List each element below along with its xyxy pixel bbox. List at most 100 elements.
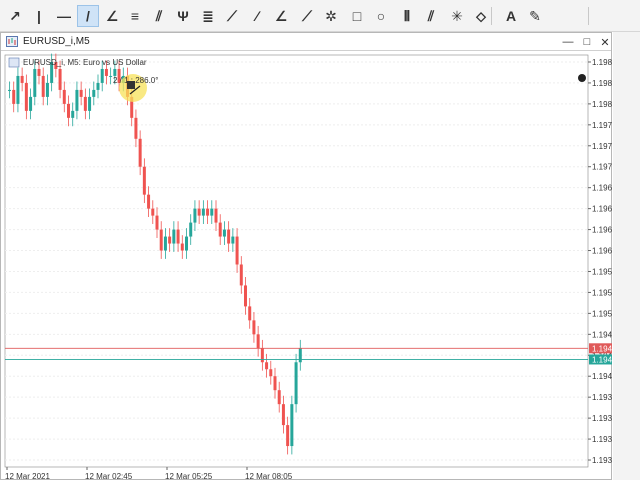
vertical-line-button[interactable]: |: [28, 5, 50, 27]
y-tick-label: 1.19750: [592, 142, 612, 151]
candle-body: [100, 68, 104, 83]
candle-body: [260, 348, 264, 363]
candle-body: [290, 404, 294, 447]
plot-area: [4, 54, 589, 468]
skull-icon: [578, 74, 586, 82]
maximize-button[interactable]: □: [578, 34, 596, 50]
candle-body: [298, 348, 302, 363]
x-tick-label: 12 Mar 05:25: [165, 472, 213, 480]
candle-body: [159, 229, 163, 251]
fibo-levels-button[interactable]: ≣: [197, 5, 219, 27]
y-tick-label: 1.19840: [592, 79, 612, 88]
candle-body: [206, 208, 210, 216]
candle-body: [33, 68, 37, 97]
window-title: EURUSD_i,M5: [23, 36, 90, 47]
triangle-shape-button[interactable]: ⬦: [470, 5, 492, 27]
candle-body: [256, 334, 260, 349]
candle-body: [138, 138, 142, 167]
candle-body: [222, 229, 226, 237]
cycle-lines-icon: ⦀: [403, 7, 411, 24]
candle-body: [20, 75, 24, 83]
y-tick-label: 1.19390: [592, 393, 612, 402]
candle-body: [83, 96, 87, 111]
pitchfork-button[interactable]: Ψ: [172, 5, 194, 27]
candle-body: [12, 89, 16, 104]
candle-body: [168, 236, 172, 244]
text-icon: A: [505, 8, 517, 24]
y-tick-label: 1.19300: [592, 456, 612, 465]
candle-body: [277, 390, 281, 405]
regression-icon: ⫽: [155, 7, 163, 24]
x-tick-label: 12 Mar 08:05: [245, 472, 293, 480]
arrows-icon: ⫽: [427, 7, 435, 24]
candle-body: [286, 425, 290, 447]
candle-body: [151, 208, 155, 216]
channel-button[interactable]: ≡: [124, 5, 146, 27]
candle-body: [294, 362, 298, 405]
pitchfork-icon: Ψ: [177, 8, 189, 24]
ellipse-button[interactable]: ○: [370, 5, 392, 27]
window-title-bar[interactable]: EURUSD_i,M5 — □ ✕: [1, 33, 611, 51]
y-tick-label: 1.19810: [592, 100, 612, 109]
arrows-button[interactable]: ⫽: [420, 5, 442, 27]
candle-body: [197, 208, 201, 216]
toolbar-separator: [491, 7, 492, 25]
candle-body: [88, 96, 92, 111]
close-button[interactable]: ✕: [596, 34, 614, 50]
text-button[interactable]: A: [500, 5, 522, 27]
right-panel-strip: [613, 32, 640, 480]
candle-body: [227, 229, 231, 244]
rectangle-button[interactable]: □: [346, 5, 368, 27]
candle-body: [163, 236, 167, 251]
gann-line-button[interactable]: ⟋: [296, 5, 318, 27]
fibo-levels-icon: ≣: [202, 7, 214, 24]
angle-line-button[interactable]: ∠: [101, 5, 123, 27]
horizontal-line-button[interactable]: —: [53, 5, 75, 27]
candle-body: [75, 89, 79, 111]
bid-price-label: 1.19460: [592, 344, 612, 353]
candle-body: [265, 362, 269, 370]
y-tick-label: 1.19720: [592, 163, 612, 172]
candle-body: [92, 89, 96, 97]
y-tick-label: 1.19360: [592, 414, 612, 423]
y-tick-label: 1.19330: [592, 435, 612, 444]
trendline-button[interactable]: /: [77, 5, 99, 27]
vertical-line-icon: |: [37, 8, 41, 24]
ellipse-icon: ○: [376, 8, 386, 24]
regression-button[interactable]: ⫽: [148, 5, 170, 27]
fibo-fan-button[interactable]: ⟋: [221, 5, 243, 27]
elliott-wave-icon: ∠: [274, 7, 288, 24]
arrow-tool-button[interactable]: ↗: [4, 5, 26, 27]
y-tick-label: 1.19690: [592, 184, 612, 193]
candle-body: [201, 208, 205, 216]
candle-body: [248, 306, 252, 321]
candle-body: [269, 369, 273, 377]
gann-line-icon: ⟋: [302, 7, 312, 24]
candle-body: [62, 89, 66, 104]
candle-body: [231, 236, 235, 244]
candle-body: [210, 208, 214, 216]
price-chart[interactable]: 1.19870 1.19840 1.19810 1.19780 1.19750 1.197…: [0, 50, 612, 480]
elliott-wave-button[interactable]: ∠: [270, 5, 292, 27]
candle-body: [96, 82, 100, 90]
fibo-expansion-button[interactable]: ∕: [246, 5, 268, 27]
cycle-lines-button[interactable]: ⦀: [396, 5, 418, 27]
y-tick-label: 1.19600: [592, 247, 612, 256]
y-tick-label: 1.19660: [592, 205, 612, 214]
edit-button[interactable]: ✎: [524, 5, 546, 27]
minimize-button[interactable]: —: [559, 34, 577, 50]
fibo-expansion-icon: ∕: [255, 8, 259, 24]
shapes-button[interactable]: ✳: [446, 5, 468, 27]
y-tick-label: 1.19870: [592, 58, 612, 67]
y-tick-label: 1.19780: [592, 121, 612, 130]
candle-body: [281, 404, 285, 426]
candle-body: [235, 236, 239, 265]
candle-body: [214, 208, 218, 223]
y-tick-label: 1.19570: [592, 267, 612, 276]
candle-body: [155, 215, 159, 230]
cursor-readout: 2 / 1 : 286.0°: [113, 76, 158, 85]
candle-body: [104, 68, 108, 76]
candle-body: [244, 285, 247, 307]
gann-fan-button[interactable]: ✲: [320, 5, 342, 27]
y-tick-label: 1.19510: [592, 309, 612, 318]
